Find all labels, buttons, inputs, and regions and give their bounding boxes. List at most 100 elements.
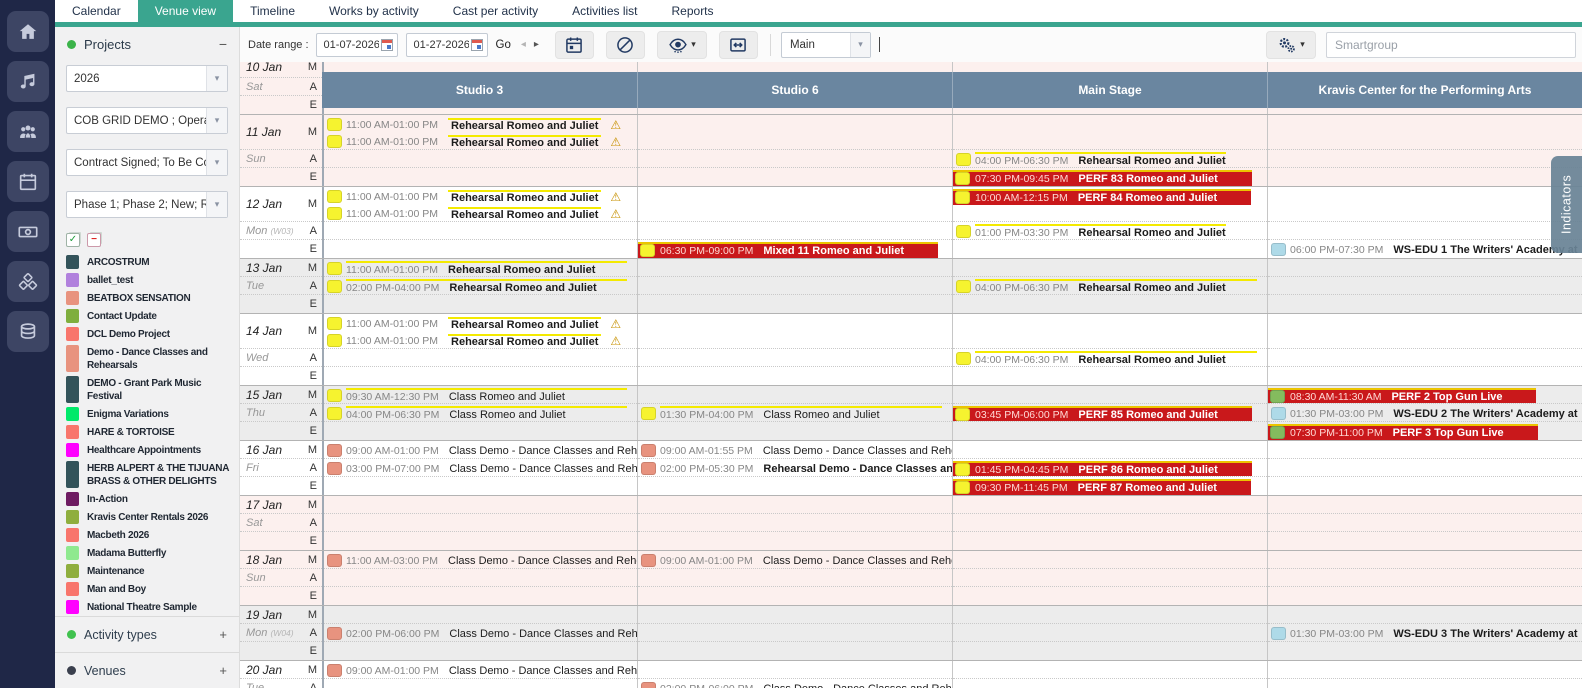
schedule-cell[interactable] xyxy=(638,624,952,642)
project-list-item[interactable]: ballet_test xyxy=(66,273,235,287)
schedule-cell[interactable] xyxy=(953,422,1267,440)
schedule-cell[interactable]: 11:00 AM-01:00 PMRehearsal Romeo and Jul… xyxy=(324,187,637,222)
schedule-cell[interactable]: 01:00 PM-03:30 PMRehearsal Romeo and Jul… xyxy=(953,222,1267,240)
schedule-cell[interactable]: 09:30 AM-12:30 PMClass Romeo and Juliet xyxy=(324,386,637,404)
schedule-cell[interactable] xyxy=(1268,187,1582,222)
select-all-projects-icon[interactable]: ✓ xyxy=(66,233,80,247)
project-list-item[interactable]: Kravis Center Rentals 2026 xyxy=(66,510,235,524)
venue-column-header[interactable]: Studio 3 xyxy=(322,72,637,108)
event[interactable]: 04:00 PM-06:30 PMRehearsal Romeo and Jul… xyxy=(953,278,1267,295)
schedule-cell[interactable]: 02:00 PM-04:00 PMRehearsal Romeo and Jul… xyxy=(324,277,637,295)
schedule-cell[interactable] xyxy=(1268,606,1582,624)
event[interactable]: 06:00 PM-07:30 PMWS-EDU 1 The Writers' A… xyxy=(1268,241,1582,258)
calendar-icon-button[interactable] xyxy=(7,161,49,202)
schedule-cell[interactable]: 02:00 PM-06:00 PMClass Demo - Dance Clas… xyxy=(638,679,952,688)
schedule-cell[interactable] xyxy=(1268,679,1582,688)
schedule-cell[interactable] xyxy=(953,367,1267,385)
schedule-cell[interactable]: 06:00 PM-07:30 PMWS-EDU 1 The Writers' A… xyxy=(1268,240,1582,258)
event[interactable]: 01:30 PM-04:00 PMClass Romeo and Juliet xyxy=(638,405,952,422)
schedule-cell[interactable] xyxy=(1268,168,1582,186)
schedule-cell[interactable] xyxy=(953,441,1267,459)
expand-section-button[interactable]: + xyxy=(219,663,227,678)
project-filter-select-2[interactable]: COB GRID DEMO ; Opera;▾ xyxy=(66,107,228,134)
project-filter-select-1[interactable]: 2026▾ xyxy=(66,65,228,92)
schedule-cell[interactable] xyxy=(638,349,952,367)
settings-gear-button[interactable]: ▾ xyxy=(1266,31,1316,59)
sidebar-section-activity-types[interactable]: Activity types+ xyxy=(55,616,239,652)
schedule-cell[interactable] xyxy=(638,496,952,514)
event[interactable]: 01:30 PM-03:00 PMWS-EDU 2 The Writers' A… xyxy=(1268,405,1582,422)
project-list-item[interactable]: DCL Demo Project xyxy=(66,327,235,341)
schedule-cell[interactable] xyxy=(324,569,637,587)
event[interactable]: 11:00 AM-01:00 PMRehearsal Romeo and Jul… xyxy=(324,188,637,205)
schedule-cell[interactable] xyxy=(638,295,952,313)
block-out-button[interactable] xyxy=(606,31,645,59)
schedule-cell[interactable]: 11:00 AM-01:00 PMRehearsal Romeo and Jul… xyxy=(324,259,637,277)
schedule-cell[interactable]: 07:30 PM-11:00 PMPERF 3 Top Gun Live xyxy=(1268,422,1582,440)
schedule-cell[interactable] xyxy=(638,222,952,240)
tab-timeline[interactable]: Timeline xyxy=(233,0,312,22)
event[interactable]: 04:00 PM-06:30 PMRehearsal Romeo and Jul… xyxy=(953,151,1267,168)
schedule-cell[interactable]: 11:00 AM-01:00 PMRehearsal Romeo and Jul… xyxy=(324,115,637,150)
tab-activities-list[interactable]: Activities list xyxy=(555,0,654,22)
cubes-icon-button[interactable] xyxy=(7,261,49,302)
event[interactable]: 03:45 PM-06:00 PMPERF 85 Romeo and Julie… xyxy=(953,405,1267,422)
schedule-cell[interactable] xyxy=(1268,150,1582,168)
event[interactable]: 09:00 AM-01:00 PMClass Demo - Dance Clas… xyxy=(324,442,637,459)
project-list-item[interactable]: Demo - Dance Classes and Rehearsals xyxy=(66,345,235,372)
schedule-cell[interactable] xyxy=(324,168,637,186)
visibility-options-button[interactable]: ▾ xyxy=(657,31,707,59)
sidebar-section-venues[interactable]: Venues+ xyxy=(55,652,239,688)
schedule-cell[interactable] xyxy=(638,514,952,532)
event[interactable]: 11:00 AM-03:00 PMClass Demo - Dance Clas… xyxy=(324,552,637,569)
venue-column-header[interactable]: Kravis Center for the Performing Arts xyxy=(1267,72,1582,108)
project-list-item[interactable]: Man and Boy xyxy=(66,582,235,596)
schedule-cell[interactable]: 09:00 AM-01:00 PMClass Demo - Dance Clas… xyxy=(638,551,952,569)
view-select[interactable]: Main ▾ xyxy=(781,32,871,58)
schedule-cell[interactable] xyxy=(1268,532,1582,550)
schedule-cell[interactable] xyxy=(638,386,952,404)
smartgroup-input[interactable] xyxy=(1327,33,1575,57)
schedule-cell[interactable] xyxy=(638,187,952,222)
venue-column-header[interactable]: Studio 6 xyxy=(637,72,952,108)
schedule-cell[interactable] xyxy=(638,367,952,385)
project-filter-select-4[interactable]: Phase 1; Phase 2; New; Re▾ xyxy=(66,191,228,218)
event[interactable]: 09:30 AM-12:30 PMClass Romeo and Juliet xyxy=(324,387,637,404)
schedule-cell[interactable] xyxy=(953,624,1267,642)
schedule-cell[interactable] xyxy=(638,422,952,440)
tab-venue-view[interactable]: Venue view xyxy=(138,0,233,22)
expand-section-button[interactable]: + xyxy=(219,627,227,642)
event[interactable]: 04:00 PM-06:30 PMRehearsal Romeo and Jul… xyxy=(953,350,1267,367)
event[interactable]: 02:00 PM-06:00 PMClass Demo - Dance Clas… xyxy=(324,625,637,642)
schedule-cell[interactable] xyxy=(1268,277,1582,295)
date-from-input[interactable] xyxy=(317,39,379,51)
deselect-all-projects-icon[interactable]: − xyxy=(87,233,101,247)
schedule-cell[interactable] xyxy=(1268,661,1582,679)
schedule-cell[interactable]: 03:45 PM-06:00 PMPERF 85 Romeo and Julie… xyxy=(953,404,1267,422)
project-filter-select-3[interactable]: Contract Signed; To Be Cc▾ xyxy=(66,149,228,176)
schedule-cell[interactable] xyxy=(1268,642,1582,660)
schedule-cell[interactable] xyxy=(1268,222,1582,240)
calendar-picker-icon[interactable] xyxy=(471,39,483,51)
previous-range-arrow[interactable]: ◂ xyxy=(521,39,526,50)
schedule-cell[interactable] xyxy=(324,422,637,440)
project-list-item[interactable]: Macbeth 2026 xyxy=(66,528,235,542)
project-list-item[interactable]: ARCOSTRUM xyxy=(66,255,235,269)
event[interactable]: 11:00 AM-01:00 PMRehearsal Romeo and Jul… xyxy=(324,116,637,133)
schedule-cell[interactable] xyxy=(1268,477,1582,495)
schedule-cell[interactable]: 01:30 PM-03:00 PMWS-EDU 2 The Writers' A… xyxy=(1268,404,1582,422)
event[interactable]: 09:30 PM-11:45 PMPERF 87 Romeo and Julie… xyxy=(953,478,1267,495)
schedule-cell[interactable] xyxy=(638,642,952,660)
calendar-view-button[interactable] xyxy=(555,31,594,59)
schedule-cell[interactable] xyxy=(953,240,1267,258)
go-button[interactable]: Go xyxy=(496,39,511,51)
schedule-cell[interactable] xyxy=(953,642,1267,660)
schedule-cell[interactable]: 06:30 PM-09:00 PMMixed 11 Romeo and Juli… xyxy=(638,240,952,258)
event[interactable]: 07:30 PM-11:00 PMPERF 3 Top Gun Live xyxy=(1268,423,1582,440)
event[interactable]: 01:30 PM-03:00 PMWS-EDU 3 The Writers' A… xyxy=(1268,625,1582,642)
schedule-cell[interactable]: 01:30 PM-04:00 PMClass Romeo and Juliet xyxy=(638,404,952,422)
event[interactable]: 06:30 PM-09:00 PMMixed 11 Romeo and Juli… xyxy=(638,241,952,258)
schedule-cell[interactable] xyxy=(638,115,952,150)
schedule-cell[interactable] xyxy=(1268,569,1582,587)
event[interactable]: 02:00 PM-05:30 PMRehearsal Demo - Dance … xyxy=(638,460,952,477)
